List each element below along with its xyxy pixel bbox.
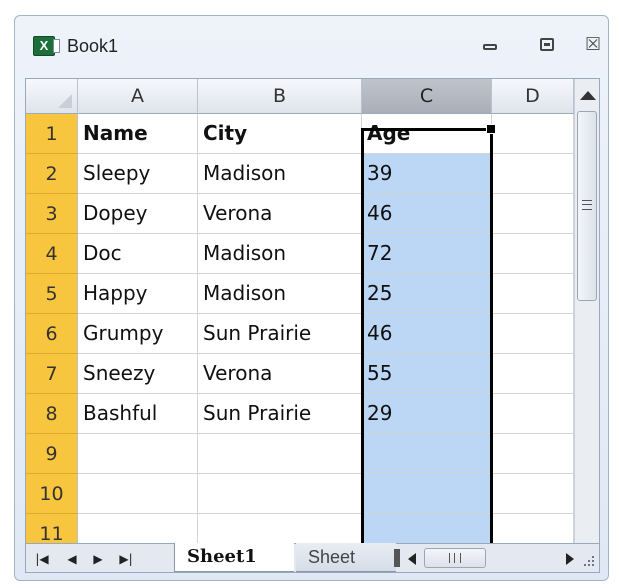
column-header-c[interactable]: C xyxy=(362,79,492,114)
cell-b9[interactable] xyxy=(198,434,362,474)
spreadsheet-grid[interactable]: A B C D 1 Name City Age 2 Sleepy Madison… xyxy=(25,78,600,570)
cell-c3[interactable]: 46 xyxy=(362,194,492,234)
cell-d7[interactable] xyxy=(492,354,574,394)
cell-a10[interactable] xyxy=(78,474,198,514)
cell-d10[interactable] xyxy=(492,474,574,514)
cell-a4[interactable]: Doc xyxy=(78,234,198,274)
minimize-button[interactable] xyxy=(477,34,505,58)
cell-c5[interactable]: 25 xyxy=(362,274,492,314)
horizontal-scroll-thumb[interactable] xyxy=(424,548,486,568)
cell-c10[interactable] xyxy=(362,474,492,514)
cell-b6[interactable]: Sun Prairie xyxy=(198,314,362,354)
cell-b10[interactable] xyxy=(198,474,362,514)
cell-a3[interactable]: Dopey xyxy=(78,194,198,234)
cell-b5[interactable]: Madison xyxy=(198,274,362,314)
cell-c4[interactable]: 72 xyxy=(362,234,492,274)
cell-a2[interactable]: Sleepy xyxy=(78,154,198,194)
workbook-window: X Book1 ☒ A B C D 1 Name City Age 2 Slee… xyxy=(14,15,609,581)
cell-a5[interactable]: Happy xyxy=(78,274,198,314)
title-bar[interactable]: X Book1 ☒ xyxy=(15,16,608,76)
cell-d8[interactable] xyxy=(492,394,574,434)
cell-d1[interactable] xyxy=(492,114,574,154)
sheet-tab-bar: |◀ ◀ ▶ ▶| Sheet1 Sheet xyxy=(25,543,600,573)
cell-c7[interactable]: 55 xyxy=(362,354,492,394)
cell-d2[interactable] xyxy=(492,154,574,194)
grip-lines-icon xyxy=(449,553,461,563)
cell-a1[interactable]: Name xyxy=(78,114,198,154)
cell-a9[interactable] xyxy=(78,434,198,474)
cell-b4[interactable]: Madison xyxy=(198,234,362,274)
column-header-d[interactable]: D xyxy=(492,79,574,114)
cell-c2[interactable]: 39 xyxy=(362,154,492,194)
scroll-up-icon[interactable] xyxy=(580,91,596,100)
cell-b3[interactable]: Verona xyxy=(198,194,362,234)
row-header-5[interactable]: 5 xyxy=(26,274,78,314)
excel-app-icon[interactable]: X xyxy=(33,36,60,56)
row-header-1[interactable]: 1 xyxy=(26,114,78,154)
restore-button[interactable] xyxy=(535,34,563,58)
row-header-4[interactable]: 4 xyxy=(26,234,78,274)
cell-d6[interactable] xyxy=(492,314,574,354)
scroll-right-icon[interactable] xyxy=(566,553,574,565)
cell-b1[interactable]: City xyxy=(198,114,362,154)
row-header-6[interactable]: 6 xyxy=(26,314,78,354)
scroll-left-icon[interactable] xyxy=(408,553,416,565)
cell-a7[interactable]: Sneezy xyxy=(78,354,198,394)
first-sheet-icon[interactable]: |◀ xyxy=(34,552,50,566)
row-header-2[interactable]: 2 xyxy=(26,154,78,194)
tab-split-handle[interactable] xyxy=(394,549,400,567)
cell-b7[interactable]: Verona xyxy=(198,354,362,394)
prev-sheet-icon[interactable]: ◀ xyxy=(64,552,80,566)
cell-d4[interactable] xyxy=(492,234,574,274)
vertical-scrollbar[interactable] xyxy=(574,79,599,569)
row-header-7[interactable]: 7 xyxy=(26,354,78,394)
last-sheet-icon[interactable]: ▶| xyxy=(118,552,134,566)
cell-d9[interactable] xyxy=(492,434,574,474)
cell-c9[interactable] xyxy=(362,434,492,474)
cell-b2[interactable]: Madison xyxy=(198,154,362,194)
cell-d5[interactable] xyxy=(492,274,574,314)
cell-a6[interactable]: Grumpy xyxy=(78,314,198,354)
row-header-10[interactable]: 10 xyxy=(26,474,78,514)
fill-handle[interactable] xyxy=(486,124,496,134)
row-header-3[interactable]: 3 xyxy=(26,194,78,234)
close-icon: ☒ xyxy=(585,34,602,55)
window-title: Book1 xyxy=(67,36,119,56)
next-sheet-icon[interactable]: ▶ xyxy=(90,552,106,566)
row-header-9[interactable]: 9 xyxy=(26,434,78,474)
cell-b8[interactable]: Sun Prairie xyxy=(198,394,362,434)
vertical-scroll-thumb[interactable] xyxy=(577,111,597,301)
cell-c8[interactable]: 29 xyxy=(362,394,492,434)
sheet-tab-sheet1[interactable]: Sheet1 xyxy=(174,543,294,572)
row-header-8[interactable]: 8 xyxy=(26,394,78,434)
resize-grip-icon[interactable] xyxy=(582,554,596,568)
cell-c1[interactable]: Age xyxy=(362,114,492,154)
column-header-b[interactable]: B xyxy=(198,79,362,114)
select-all-corner[interactable] xyxy=(26,79,78,114)
sheet-tab-sheet2[interactable]: Sheet xyxy=(296,543,396,572)
close-button[interactable]: ☒ xyxy=(583,34,611,58)
cell-a8[interactable]: Bashful xyxy=(78,394,198,434)
cell-c6[interactable]: 46 xyxy=(362,314,492,354)
grip-lines-icon xyxy=(582,200,592,210)
column-header-a[interactable]: A xyxy=(78,79,198,114)
cell-d3[interactable] xyxy=(492,194,574,234)
